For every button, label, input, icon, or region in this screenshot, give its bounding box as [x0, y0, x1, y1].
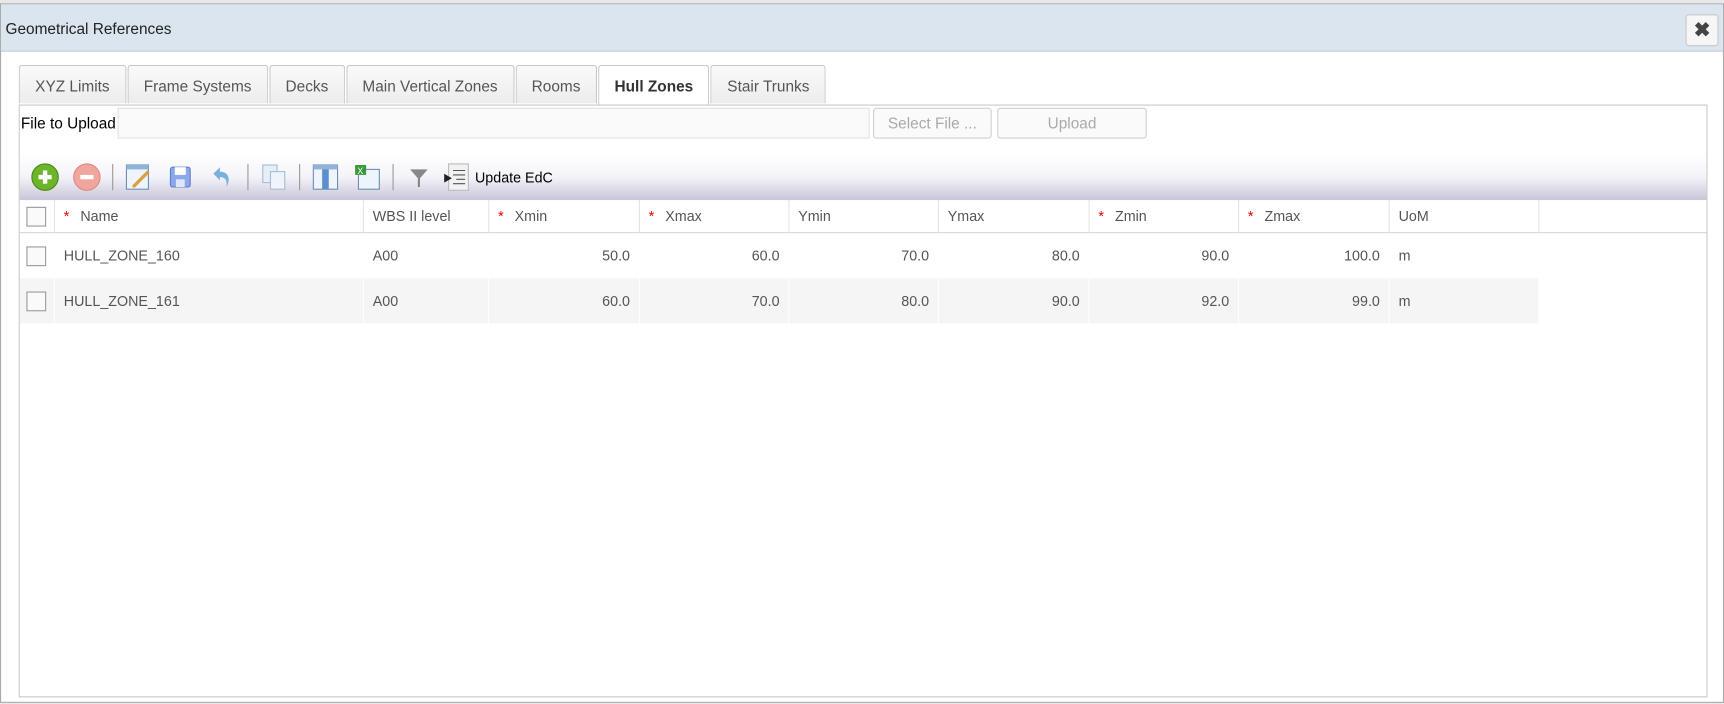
tab-bar: XYZ Limits Frame Systems Decks Main Vert…	[18, 64, 827, 106]
hull-zones-panel: File to Upload Select File ... Upload X …	[18, 104, 1708, 698]
cell-uom[interactable]: m	[1390, 233, 1540, 279]
column-header-zmin[interactable]: * Zmin	[1090, 200, 1240, 233]
edit-grid-icon	[125, 164, 150, 190]
copy-icon	[262, 164, 286, 190]
required-marker: *	[1247, 207, 1254, 225]
column-header-ymax[interactable]: Ymax	[939, 200, 1090, 233]
save-icon	[169, 166, 191, 188]
table-row[interactable]: HULL_ZONE_160 A00 50.0 60.0 70.0 80.0 90…	[20, 233, 1707, 279]
row-select-cell	[20, 233, 55, 279]
geometrical-references-dialog: Geometrical References ✖ XYZ Limits Fram…	[0, 3, 1724, 703]
document-arrow-icon	[444, 163, 469, 191]
required-marker: *	[1098, 207, 1104, 225]
column-header-uom[interactable]: UoM	[1390, 200, 1540, 233]
column-label: WBS II level	[372, 207, 451, 225]
cell-name[interactable]: HULL_ZONE_161	[54, 278, 364, 324]
close-icon: ✖	[1693, 18, 1711, 41]
undo-icon	[213, 167, 229, 187]
dialog-title: Geometrical References	[5, 19, 172, 38]
cell-xmax[interactable]: 60.0	[640, 233, 790, 279]
copy-button[interactable]	[257, 162, 290, 193]
cell-xmin[interactable]: 50.0	[489, 233, 640, 279]
close-button[interactable]: ✖	[1685, 14, 1719, 47]
column-label: UoM	[1398, 207, 1429, 225]
column-header-wbs[interactable]: WBS II level	[364, 200, 490, 233]
cell-zmin[interactable]: 90.0	[1090, 233, 1240, 279]
column-header-ymin[interactable]: Ymin	[789, 200, 939, 233]
remove-icon	[73, 163, 101, 191]
cell-name[interactable]: HULL_ZONE_160	[55, 233, 364, 279]
cell-zmax[interactable]: 100.0	[1239, 233, 1390, 279]
toolbar-separator	[299, 163, 301, 191]
save-button[interactable]	[164, 162, 197, 193]
column-label: Zmax	[1264, 207, 1301, 225]
file-path-input[interactable]	[117, 107, 870, 139]
cell-xmin[interactable]: 60.0	[489, 278, 640, 324]
columns-button[interactable]	[309, 162, 342, 193]
cell-ymin[interactable]: 80.0	[789, 278, 939, 324]
required-marker: *	[648, 207, 655, 225]
cell-zmax[interactable]: 99.0	[1239, 278, 1390, 324]
tab-decks[interactable]: Decks	[269, 64, 345, 104]
column-label: Xmax	[665, 207, 702, 225]
column-label: Xmin	[514, 207, 548, 225]
cell-ymax[interactable]: 80.0	[939, 233, 1090, 279]
excel-icon: X	[355, 165, 380, 190]
add-icon	[31, 163, 59, 191]
tab-hull-zones[interactable]: Hull Zones	[598, 64, 710, 106]
row-select-cell	[19, 278, 55, 324]
remove-row-button[interactable]	[70, 162, 103, 193]
cell-xmax[interactable]: 70.0	[639, 278, 790, 324]
tab-frame-systems[interactable]: Frame Systems	[127, 64, 268, 104]
grid-toolbar: X Update EdC	[19, 154, 1707, 201]
filter-icon	[410, 169, 428, 187]
title-bar: Geometrical References ✖	[1, 4, 1723, 52]
filter-button[interactable]	[402, 162, 435, 193]
svg-text:X: X	[357, 166, 363, 176]
undo-button[interactable]	[206, 162, 239, 193]
row-checkbox[interactable]	[26, 290, 47, 311]
column-header-xmin[interactable]: * Xmin	[489, 200, 640, 233]
update-edc-button[interactable]: Update EdC	[475, 169, 553, 186]
required-marker: *	[498, 207, 504, 225]
column-label: Name	[80, 207, 119, 225]
toolbar-separator	[247, 163, 249, 191]
column-label: Zmin	[1114, 207, 1147, 225]
tab-xyz-limits[interactable]: XYZ Limits	[18, 64, 127, 104]
cell-ymin[interactable]: 70.0	[789, 233, 939, 279]
upload-button[interactable]: Upload	[997, 107, 1147, 139]
export-excel-button[interactable]: X	[351, 162, 384, 193]
update-edc-icon-wrap[interactable]	[440, 162, 473, 193]
cell-wbs[interactable]: A00	[364, 233, 490, 279]
table-row[interactable]: HULL_ZONE_161 A00 60.0 70.0 80.0 90.0 92…	[19, 278, 1707, 324]
edit-button[interactable]	[122, 162, 155, 193]
toolbar-separator	[392, 163, 394, 191]
cell-uom[interactable]: m	[1389, 278, 1540, 324]
cell-zmin[interactable]: 92.0	[1089, 278, 1240, 324]
column-header-zmax[interactable]: * Zmax	[1239, 200, 1390, 233]
select-file-button[interactable]: Select File ...	[873, 107, 992, 139]
column-label: Ymin	[798, 207, 831, 225]
column-header-xmax[interactable]: * Xmax	[640, 200, 790, 233]
cell-ymax[interactable]: 90.0	[938, 278, 1090, 324]
hull-zones-grid: * Name WBS II level * Xmin * Xmax Ymin Ymax…	[19, 200, 1707, 324]
required-marker: *	[63, 207, 70, 225]
add-row-button[interactable]	[29, 162, 62, 193]
select-all-checkbox[interactable]	[26, 206, 47, 227]
select-all-cell	[20, 200, 55, 233]
file-to-upload-label: File to Upload	[20, 114, 116, 132]
tab-main-vertical-zones[interactable]: Main Vertical Zones	[345, 64, 515, 104]
column-label: Ymax	[947, 207, 985, 225]
tab-stair-trunks[interactable]: Stair Trunks	[710, 64, 826, 104]
column-header-name[interactable]: * Name	[55, 200, 364, 233]
cell-wbs[interactable]: A00	[363, 278, 490, 324]
columns-icon	[312, 164, 339, 190]
tab-rooms[interactable]: Rooms	[515, 64, 597, 104]
file-upload-row: File to Upload Select File ... Upload	[20, 107, 1707, 139]
toolbar-separator	[112, 163, 114, 191]
row-checkbox[interactable]	[26, 245, 47, 266]
grid-header: * Name WBS II level * Xmin * Xmax Ymin Ymax…	[19, 200, 1707, 234]
